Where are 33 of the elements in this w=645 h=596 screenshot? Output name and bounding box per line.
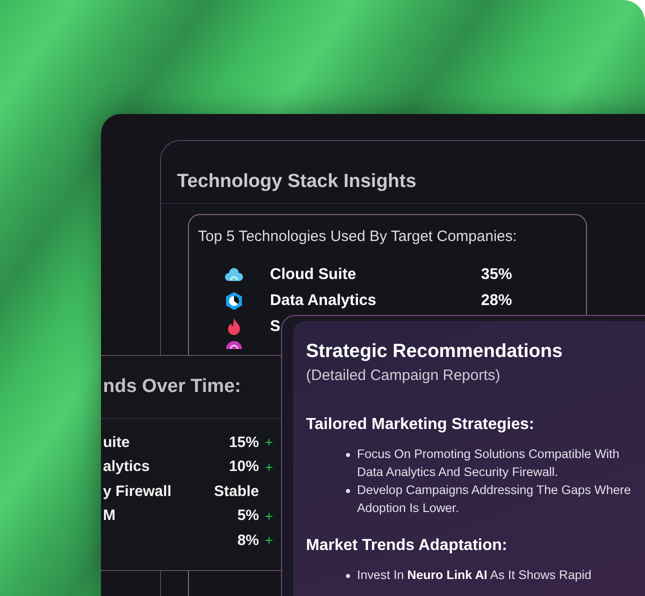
card-title: nds Over Time: xyxy=(103,376,241,397)
share-value: 35% xyxy=(480,266,512,284)
technology-name: Data Analytics xyxy=(270,292,378,310)
card-title: Strategic Recommendations xyxy=(306,341,563,363)
bullet-icon xyxy=(346,453,350,457)
trend-value: Stable xyxy=(214,482,259,500)
trend-sign: + xyxy=(264,508,273,524)
flame-icon xyxy=(226,317,242,337)
technology-name: S xyxy=(270,318,282,336)
bullet-icon xyxy=(346,489,350,493)
bullet-text: Invest In Neuro Link AI As It Shows Rapid xyxy=(357,568,592,582)
section-heading: Market Trends Adaptation: xyxy=(306,537,508,555)
trend-value: 10% xyxy=(228,458,259,476)
card-subtitle: (Detailed Campaign Reports) xyxy=(306,367,500,384)
bullet-text: Focus On Promoting Solutions Compatible With Data Analytics And Security Firewall. xyxy=(357,447,620,479)
trend-value: 8% xyxy=(237,532,259,549)
technology-name: Cloud Suite xyxy=(270,266,358,284)
panel-title: Technology Stack Insights xyxy=(176,170,416,194)
technology-name: uite xyxy=(103,434,131,451)
share-value: 28% xyxy=(480,292,512,310)
technology-name: y Firewall xyxy=(103,482,172,500)
section-heading: Tailored Marketing Strategies: xyxy=(306,416,534,434)
trend-value: 5% xyxy=(237,507,259,524)
trend-sign: + xyxy=(264,458,273,475)
trend-sign: + xyxy=(264,434,273,450)
list-title: Top 5 Technologies Used By Target Companies: xyxy=(198,228,517,245)
technology-name: M xyxy=(103,507,116,524)
bullet-text: Develop Campaigns Addressing The Gaps Where Adoption Is Lower. xyxy=(357,483,631,515)
trend-sign: + xyxy=(264,532,273,548)
technology-name: alytics xyxy=(103,458,151,476)
bullet-icon xyxy=(346,574,350,578)
hexagon-icon xyxy=(224,291,244,311)
trend-value: 15% xyxy=(228,434,259,451)
